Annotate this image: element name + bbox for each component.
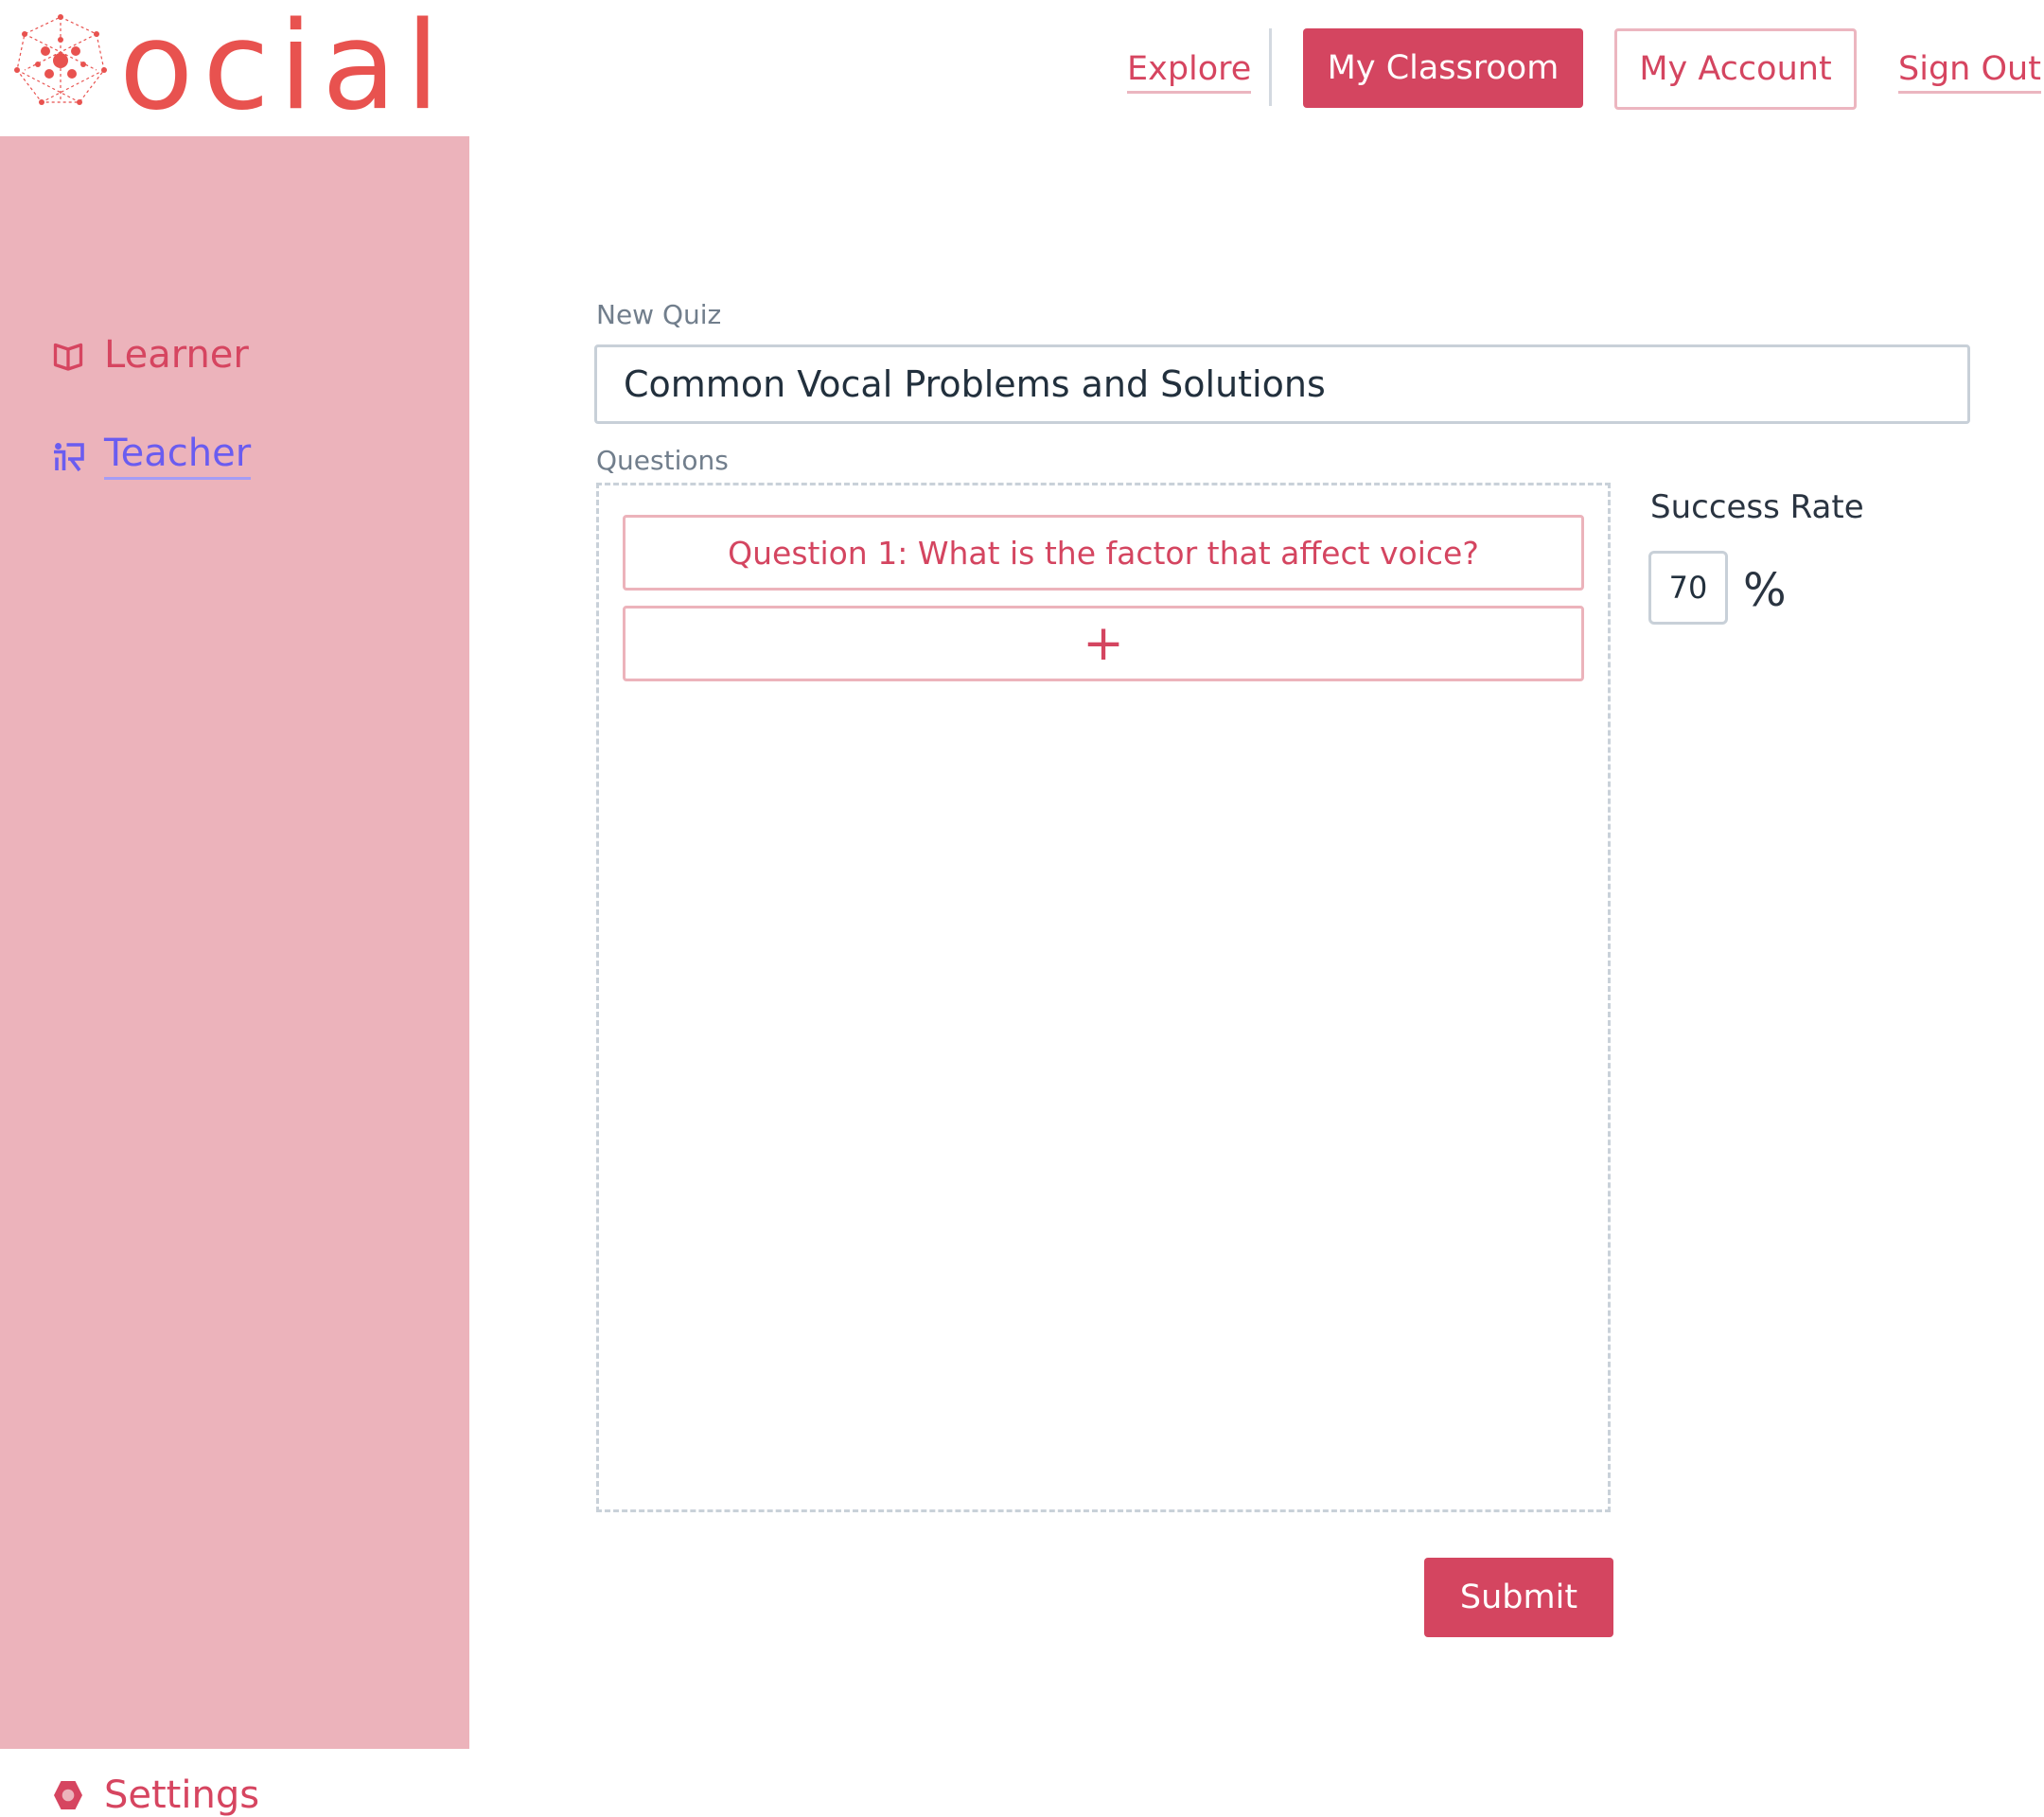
book-icon (53, 343, 83, 371)
network-logo-icon (14, 14, 107, 105)
top-header: ocial Explore My Classroom My Account Si… (0, 0, 2044, 137)
submit-button[interactable]: Submit (1424, 1558, 1613, 1637)
quiz-title-input[interactable] (594, 344, 1970, 424)
sidebar-item-label: Teacher (104, 432, 252, 480)
my-classroom-button[interactable]: My Classroom (1303, 28, 1583, 108)
brand-logo-text: ocial (119, 0, 449, 137)
teacher-board-icon (54, 442, 84, 471)
sidebar-item-teacher[interactable]: Teacher (51, 432, 252, 480)
success-rate-unit: % (1743, 564, 1787, 617)
my-account-button[interactable]: My Account (1614, 28, 1857, 110)
new-quiz-label: New Quiz (596, 299, 722, 330)
sign-out-link[interactable]: Sign Out (1898, 49, 2041, 94)
sidebar-item-learner[interactable]: Learner (51, 333, 249, 377)
brand-logo[interactable]: ocial (13, 0, 467, 137)
sidebar-item-settings[interactable]: Settings (51, 1773, 259, 1817)
sidebar-item-label: Settings (104, 1773, 260, 1817)
sidebar-item-label: Learner (104, 333, 249, 377)
questions-label: Questions (596, 445, 729, 476)
sidebar: Learner Teacher Settings (0, 136, 469, 1817)
nav-explore-link[interactable]: Explore (1127, 49, 1252, 94)
success-rate-input[interactable] (1648, 551, 1728, 625)
nav-divider (1269, 28, 1272, 106)
success-rate-label: Success Rate (1650, 488, 1864, 526)
add-question-button[interactable]: + (623, 606, 1584, 681)
hexagon-gear-icon (54, 1781, 82, 1809)
question-card[interactable]: Question 1: What is the factor that affe… (623, 515, 1584, 591)
